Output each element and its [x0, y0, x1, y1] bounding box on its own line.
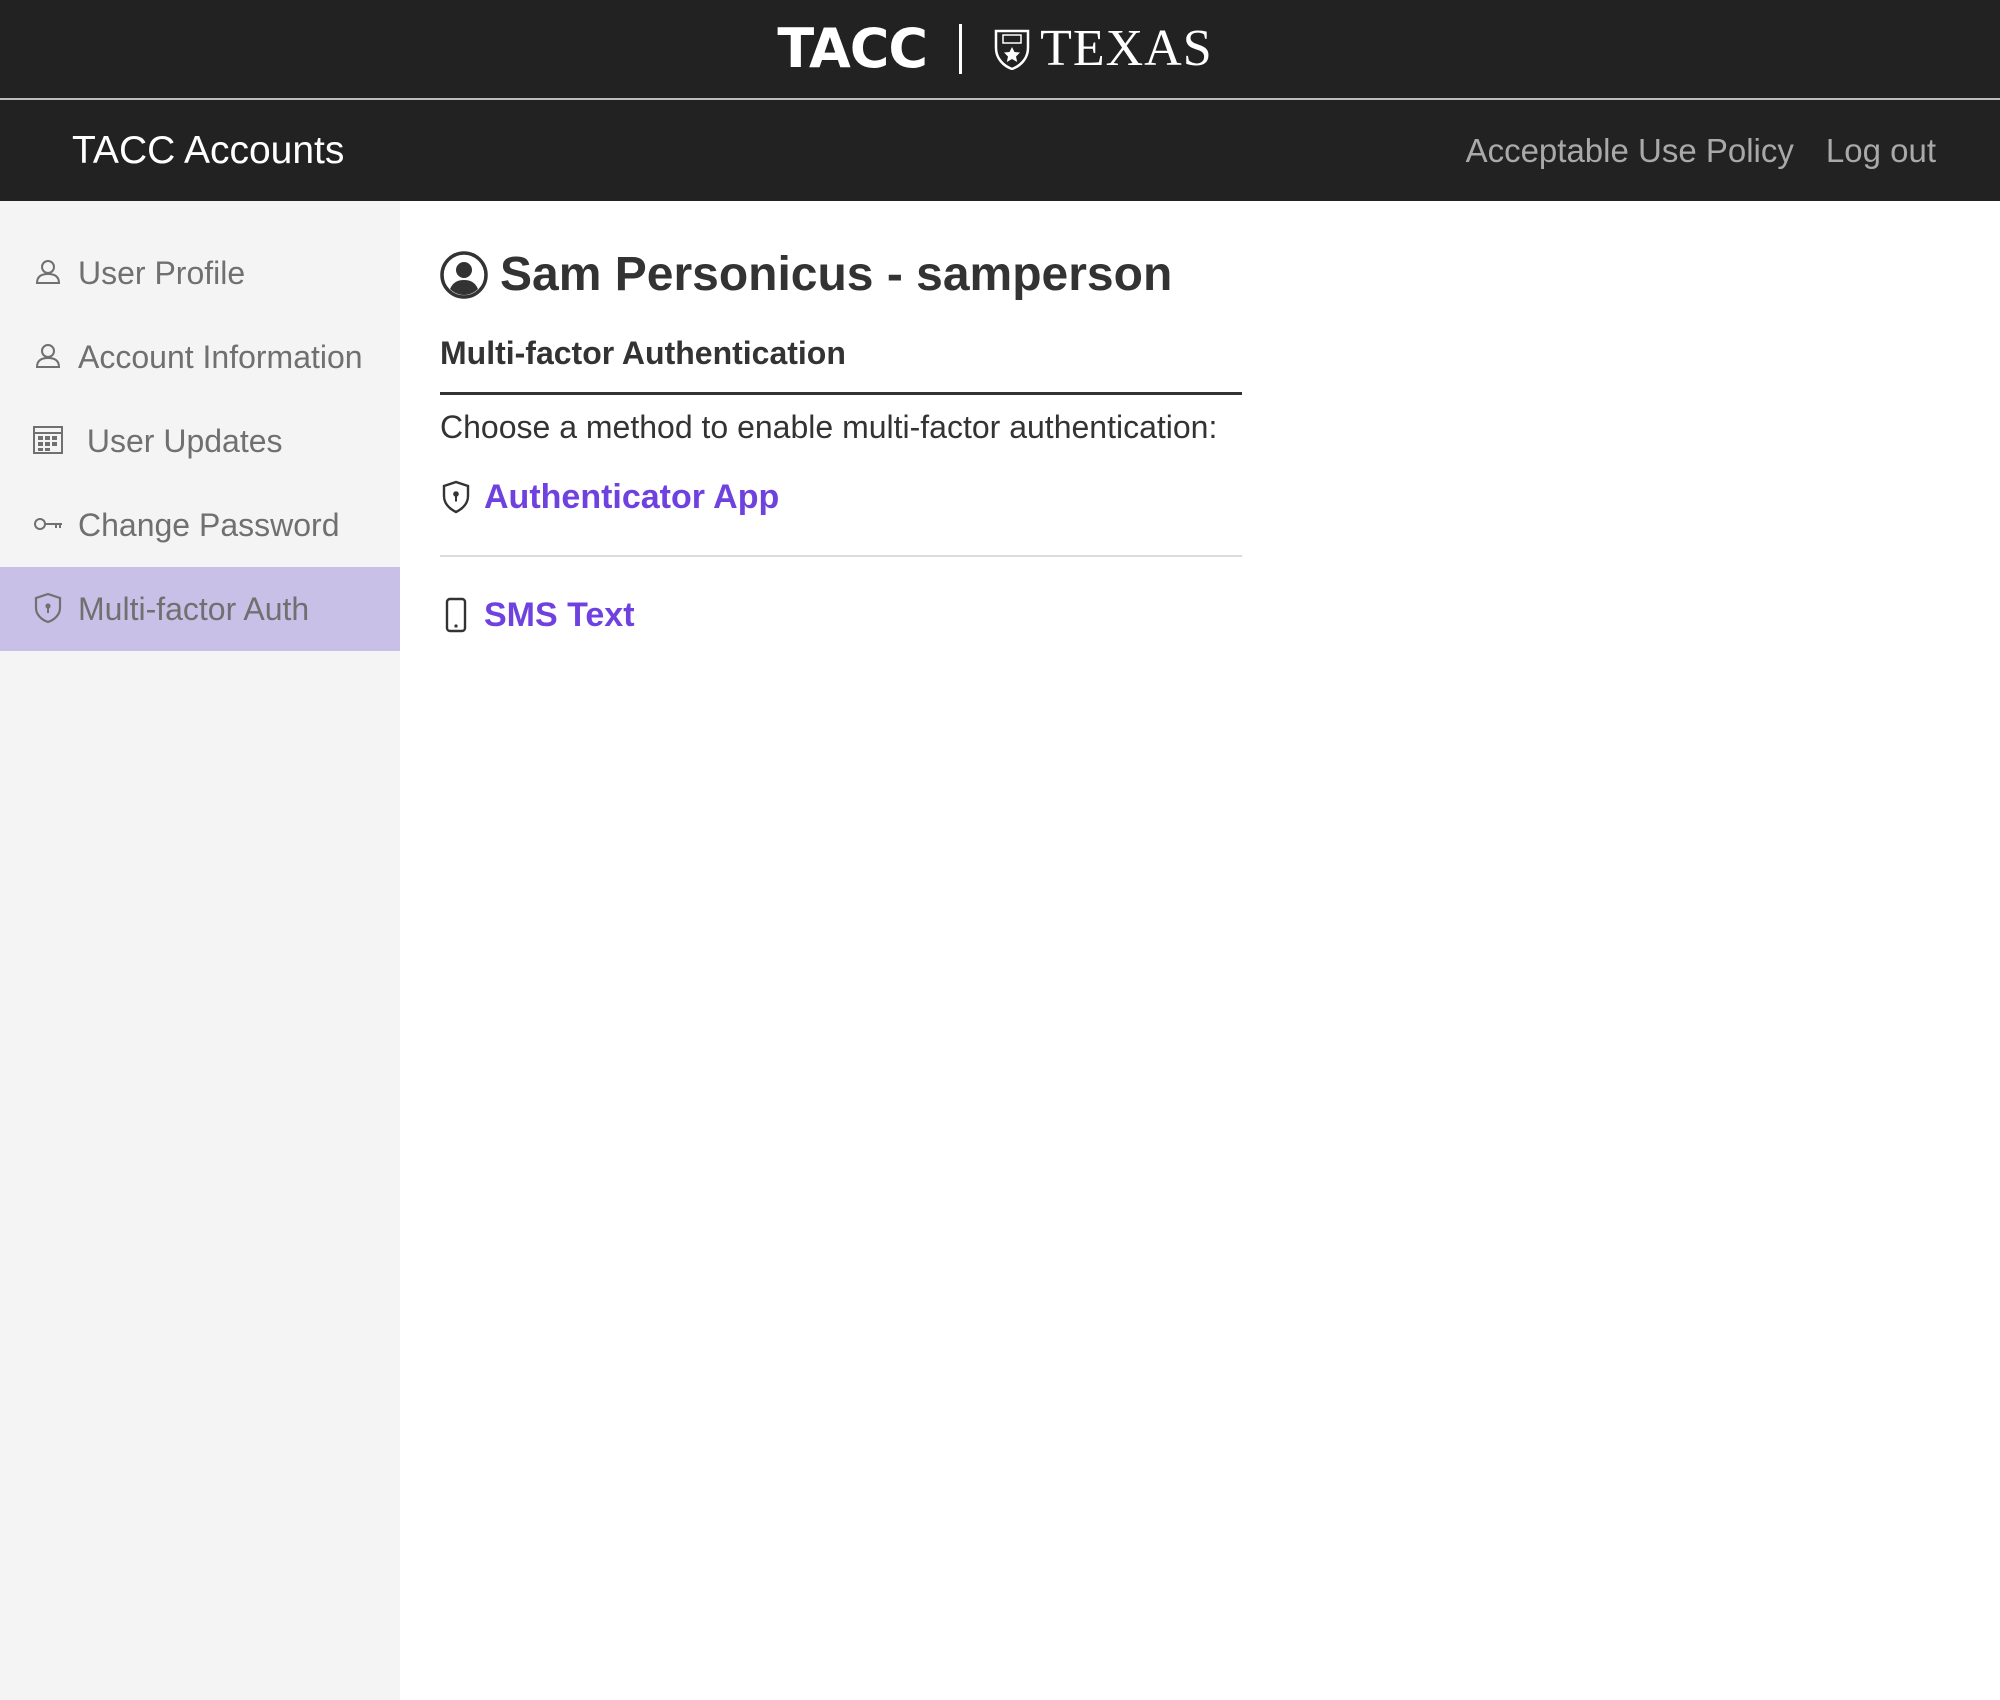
section-description: Choose a method to enable multi-factor a…: [440, 409, 1218, 445]
key-icon: [32, 508, 64, 540]
tacc-logo[interactable]: TACC: [777, 22, 928, 76]
user-heading: Sam Personicus - samperson: [440, 243, 1960, 307]
sidebar-item-label: User Updates: [86, 423, 283, 459]
sms-text-link[interactable]: SMS Text: [484, 596, 635, 635]
user-circle-icon: [440, 251, 488, 299]
person-icon: [32, 340, 64, 372]
page-title: Sam Personicus - samperson: [500, 248, 1173, 301]
brand-logos: TACC TEXAS: [777, 19, 1212, 79]
sidebar-item-user-profile[interactable]: User Profile: [0, 231, 400, 315]
divider: [440, 555, 1242, 557]
brand-bar: TACC TEXAS: [0, 0, 2000, 100]
texas-seal-icon: [994, 28, 1030, 71]
texas-logo-link[interactable]: TEXAS: [994, 23, 1213, 75]
calendar-icon: [32, 424, 64, 456]
nav-links: Acceptable Use Policy Log out: [1466, 100, 1936, 201]
section-title: Multi-factor Authentication: [440, 335, 1242, 395]
brand-divider: [959, 24, 963, 74]
sidebar: User Profile Account Information User Up…: [0, 201, 400, 1700]
shield-icon: [440, 479, 472, 515]
log-out-link[interactable]: Log out: [1826, 132, 1936, 170]
texas-wordmark: TEXAS: [1040, 20, 1213, 77]
phone-icon: [440, 597, 472, 633]
main-content: Sam Personicus - samperson Multi-factor …: [440, 201, 1960, 645]
mfa-method-authenticator: Authenticator App: [440, 467, 1242, 527]
person-icon: [32, 256, 64, 288]
sidebar-item-label: Change Password: [78, 507, 340, 543]
sidebar-item-label: User Profile: [78, 255, 246, 291]
top-nav: TACC Accounts Acceptable Use Policy Log …: [0, 100, 2000, 201]
mfa-method-sms: SMS Text: [440, 585, 1242, 645]
sidebar-item-change-password[interactable]: Change Password: [0, 483, 400, 567]
sidebar-item-user-updates[interactable]: User Updates: [0, 399, 400, 483]
app-title[interactable]: TACC Accounts: [72, 100, 344, 201]
authenticator-app-link[interactable]: Authenticator App: [484, 478, 779, 517]
sidebar-item-label: Account Information: [78, 339, 363, 375]
sidebar-item-label: Multi-factor Auth: [78, 591, 310, 627]
acceptable-use-policy-link[interactable]: Acceptable Use Policy: [1466, 132, 1794, 170]
sidebar-item-account-information[interactable]: Account Information: [0, 315, 400, 399]
sidebar-item-multi-factor-auth[interactable]: Multi-factor Auth: [0, 567, 400, 651]
shield-icon: [32, 592, 64, 624]
mfa-section: Multi-factor Authentication Choose a met…: [440, 335, 1242, 645]
